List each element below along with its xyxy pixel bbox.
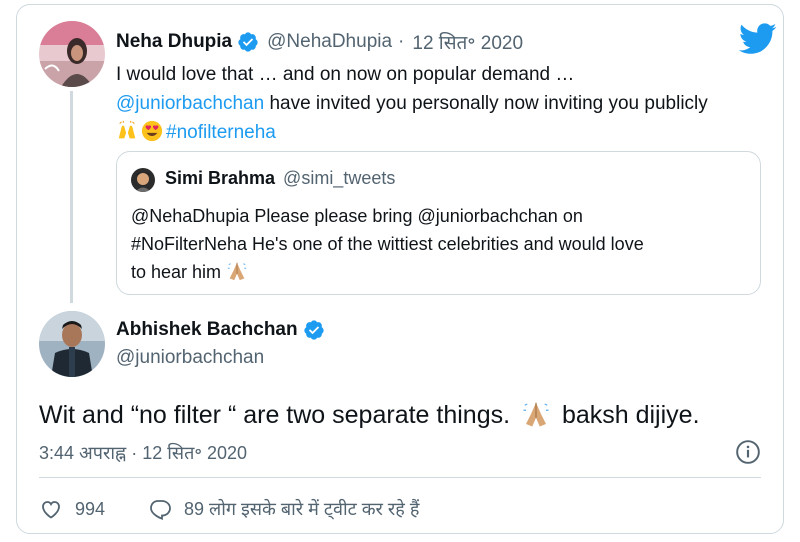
heart-eyes-emoji <box>141 120 163 142</box>
parent-author-name[interactable]: Neha Dhupia <box>116 31 232 53</box>
neha-avatar-image <box>39 21 105 87</box>
like-button[interactable]: 994 <box>39 497 105 521</box>
main-text-after: baksh dijiye. <box>555 401 700 429</box>
quoted-text-line3: to hear him <box>131 262 227 282</box>
abhishek-avatar[interactable] <box>39 311 105 377</box>
quoted-text-line2: #NoFilterNeha He's one of the wittiest c… <box>131 234 644 254</box>
folded-hands-emoji <box>227 262 247 281</box>
parent-tweet-header: Neha Dhupia @NehaDhupia · 12 सित॰ 2020 <box>116 29 523 55</box>
verified-badge-icon <box>303 320 324 340</box>
parent-tweet-text: I would love that … and on now on popula… <box>116 60 716 147</box>
folded-hands-emoji <box>523 402 549 427</box>
main-author-handle[interactable]: @juniorbachchan <box>116 347 264 369</box>
parent-text-part2: have invited you personally now inviting… <box>264 93 708 114</box>
twitter-logo-icon[interactable] <box>739 23 777 55</box>
thread-connector-line <box>70 91 73 303</box>
reply-bubble-icon <box>150 500 171 520</box>
main-tweet-text: Wit and “no filter “ are two separate th… <box>39 397 700 433</box>
quoted-tweet-text: @NehaDhupia Please please bring @juniorb… <box>131 202 751 286</box>
simi-avatar-image <box>131 168 155 192</box>
info-icon[interactable] <box>735 439 761 465</box>
quoted-text-line1: @NehaDhupia Please please bring @juniorb… <box>131 206 583 226</box>
reply-conversation-link[interactable]: 89 लोग इसके बारे में ट्वीट कर रहे हैं <box>148 497 419 521</box>
separator-dot: · <box>398 31 405 52</box>
like-count: 994 <box>75 498 106 519</box>
main-author-name[interactable]: Abhishek Bachchan <box>116 319 298 341</box>
neha-avatar[interactable] <box>39 21 105 87</box>
main-text-before: Wit and “no filter “ are two separate th… <box>39 401 517 429</box>
quoted-author-name: Simi Brahma <box>165 168 276 188</box>
abhishek-avatar-image <box>39 311 105 377</box>
parent-tweet-date[interactable]: 12 सित॰ 2020 <box>412 29 523 55</box>
parent-author-handle[interactable]: @NehaDhupia <box>267 31 392 53</box>
hashtag-link[interactable]: #nofilterneha <box>166 122 276 143</box>
mention-link[interactable]: @juniorbachchan <box>116 93 264 114</box>
quoted-author-handle: @simi_tweets <box>283 168 396 188</box>
raising-hands-emoji <box>118 120 136 139</box>
parent-text-part1: I would love that … and on now on popula… <box>116 64 575 85</box>
actions-divider <box>39 477 761 478</box>
quoted-tweet[interactable]: Simi Brahma @simi_tweets @NehaDhupia Ple… <box>116 151 761 295</box>
main-author-name-row: Abhishek Bachchan <box>116 319 331 341</box>
simi-avatar[interactable] <box>131 168 155 192</box>
reply-count-text: 89 लोग इसके बारे में ट्वीट कर रहे हैं <box>184 499 420 519</box>
heart-icon <box>42 501 60 519</box>
verified-badge-icon <box>238 32 258 52</box>
quoted-tweet-header: Simi Brahma @simi_tweets <box>165 168 395 189</box>
tweet-timestamp[interactable]: 3:44 अपराह्न · 12 सित॰ 2020 <box>39 441 247 465</box>
embedded-tweet-card: Neha Dhupia @NehaDhupia · 12 सित॰ 2020 I… <box>16 4 784 534</box>
